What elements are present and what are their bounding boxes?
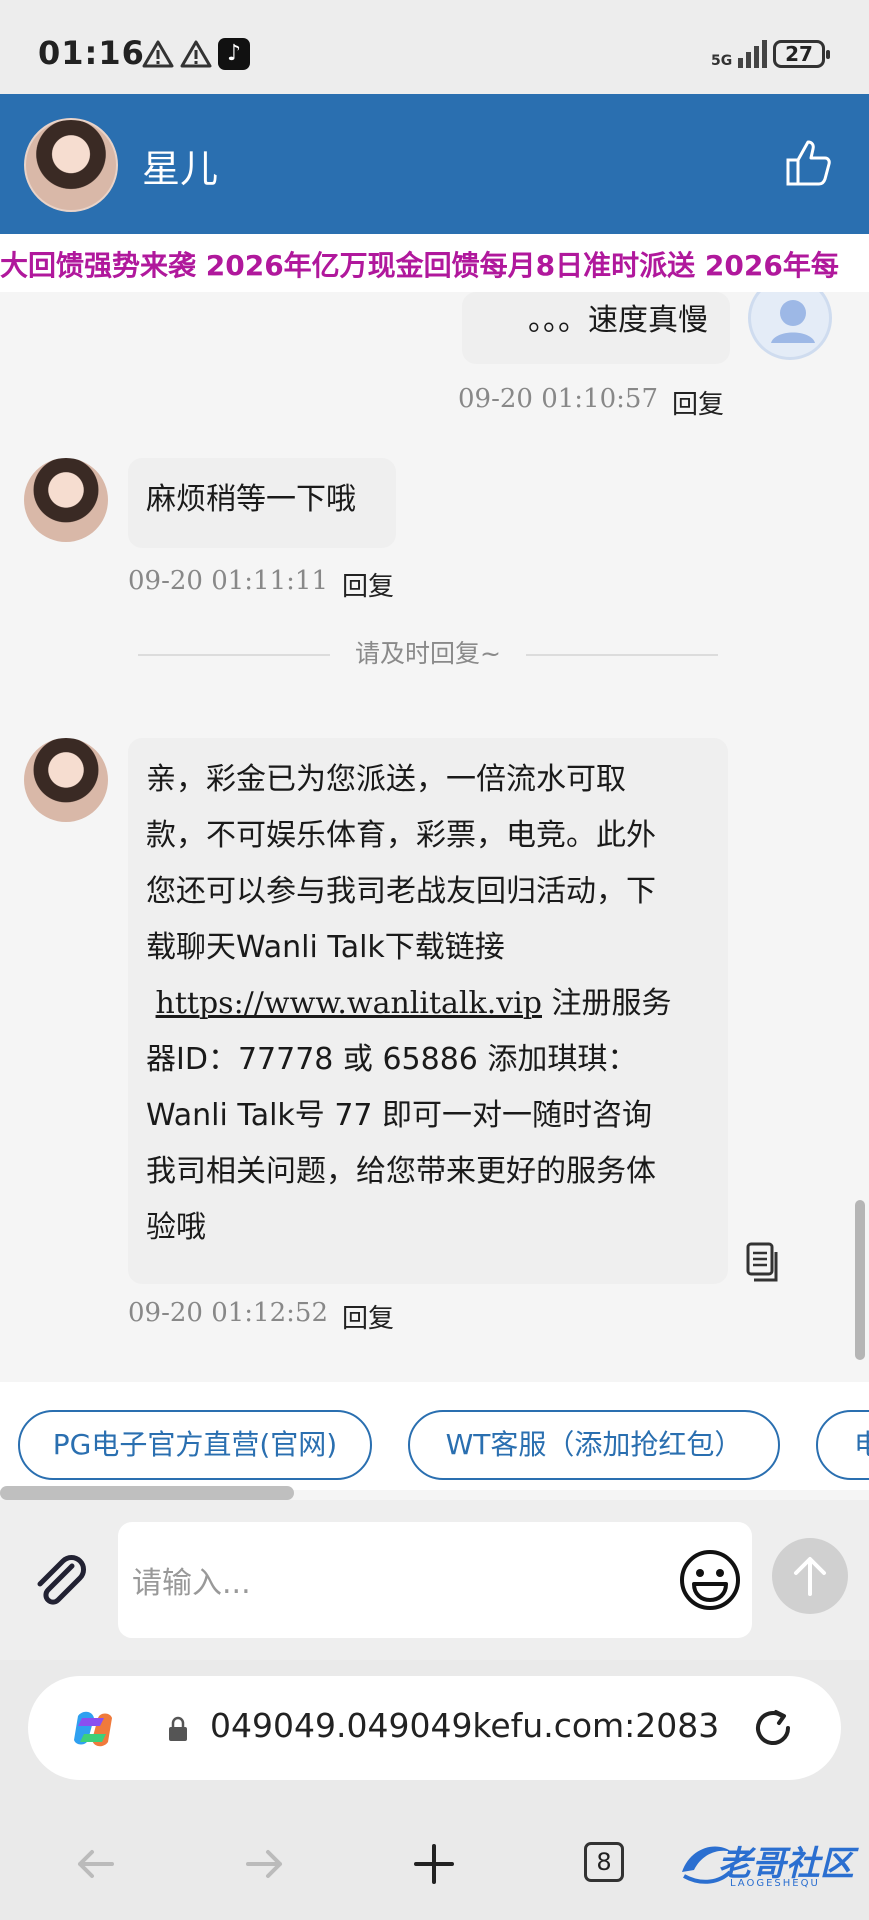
send-button[interactable] [772,1538,848,1614]
agent-avatar [24,738,108,822]
message-line: 亲，彩金已为您派送，一倍流水可取 [146,762,626,797]
message-line: 载聊天Wanli Talk下载链接 [146,930,505,965]
chat-area[interactable]: 。。。速度真慢 09-20 01:10:57 回复 麻烦稍等一下哦 09-20 … [0,292,869,1382]
message-line: https://www.wanlitalk.vip 注册服务 [146,976,710,1032]
reply-link[interactable]: 回复 [342,566,394,603]
divider-text: 请及时回复~ [330,634,526,670]
message-line: 款，不可娱乐体育，彩票，电竞。此外 [146,818,656,853]
agent-name: 星儿 [142,147,219,191]
reload-icon[interactable] [748,1704,798,1754]
agent-avatar[interactable] [24,118,118,212]
reply-link[interactable]: 回复 [672,384,724,421]
message-text: 注册服务 [542,986,672,1021]
announcement-marquee: 大回馈强势来袭 2026年亿万现金回馈每月8日准时派送 2026年每 [0,234,869,292]
network-type: 5G [711,53,733,69]
arrow-up-icon [794,1557,826,1596]
quick-link-wt[interactable]: WT客服（添加抢红包） [408,1410,780,1480]
signal-bars-icon [738,38,768,68]
back-arrow-icon[interactable] [66,1834,126,1894]
message-bubble-agent: 麻烦稍等一下哦 [128,458,396,548]
agent-avatar [24,458,108,542]
quick-link-more[interactable]: 电 [816,1410,869,1480]
signal-indicator: 5G [711,38,768,69]
forward-arrow-icon[interactable] [234,1834,294,1894]
warning-icon [180,40,212,68]
message-line: 您还可以参与我司老战友回归活动，下 [146,874,656,909]
message-time: 09-20 01:12:52 [128,1298,328,1328]
message-time: 09-20 01:10:57 [458,384,658,414]
copilot-icon[interactable] [68,1704,118,1754]
user-avatar [748,292,832,360]
message-line: 器ID：77778 或 65886 添加琪琪： [146,1042,638,1077]
marquee-text: 大回馈强势来袭 2026年亿万现金回馈每月8日准时派送 2026年每 [0,249,839,282]
lock-icon [169,1716,187,1741]
tiktok-icon: ♪ [218,38,250,70]
quick-links-bar: PG电子官方直营(官网) WT客服（添加抢红包） 电 [0,1382,869,1490]
input-placeholder: 请输入... [132,1566,251,1601]
message-bubble-user: 。。。速度真慢 [462,292,730,364]
battery-icon: 27 [773,40,830,68]
message-line: 我司相关问题，给您带来更好的服务体 [146,1154,656,1189]
message-line: Wanli Talk号 77 即可一对一随时咨询 [146,1098,653,1133]
download-link[interactable]: https://www.wanlitalk.vip [156,986,542,1021]
chat-header: 星儿 [0,94,869,234]
user-icon [771,300,815,343]
address-bar[interactable]: 049049.049049kefu.com:2083 [28,1676,841,1780]
paperclip-icon[interactable] [28,1548,92,1612]
status-notification-icons: ♪ [142,38,250,70]
new-tab-icon[interactable] [404,1834,464,1894]
warning-icon [142,40,174,68]
status-time: 01:16 [38,34,145,72]
emoji-icon[interactable] [678,1548,742,1612]
message-line: 验哦 [146,1210,206,1245]
chat-scrollbar[interactable] [855,1200,865,1360]
input-bar: 请输入... [0,1500,869,1660]
message-input[interactable]: 请输入... [118,1522,752,1638]
quick-links-scrollbar[interactable] [0,1486,294,1500]
thumbs-up-icon[interactable] [782,136,836,190]
reply-link[interactable]: 回复 [342,1298,394,1335]
message-bubble-agent: 亲，彩金已为您派送，一倍流水可取 款，不可娱乐体育，彩票，电竞。此外 您还可以参… [128,738,728,1284]
watermark-logo: 老哥社区 LAOGESHEQU [676,1830,856,1896]
browser-navbar: 8 老哥社区 LAOGESHEQU [0,1800,869,1920]
copy-icon[interactable] [746,1242,780,1282]
quick-link-pg[interactable]: PG电子官方直营(官网) [18,1410,372,1480]
url-text[interactable]: 049049.049049kefu.com:2083 [210,1706,719,1745]
message-time: 09-20 01:11:11 [128,566,328,596]
watermark-subtext: LAOGESHEQU [730,1878,820,1889]
status-bar: 01:16 ♪ 5G 27 [0,0,869,94]
tabs-button[interactable]: 8 [584,1842,624,1882]
browser-address-area: 049049.049049kefu.com:2083 [0,1660,869,1800]
